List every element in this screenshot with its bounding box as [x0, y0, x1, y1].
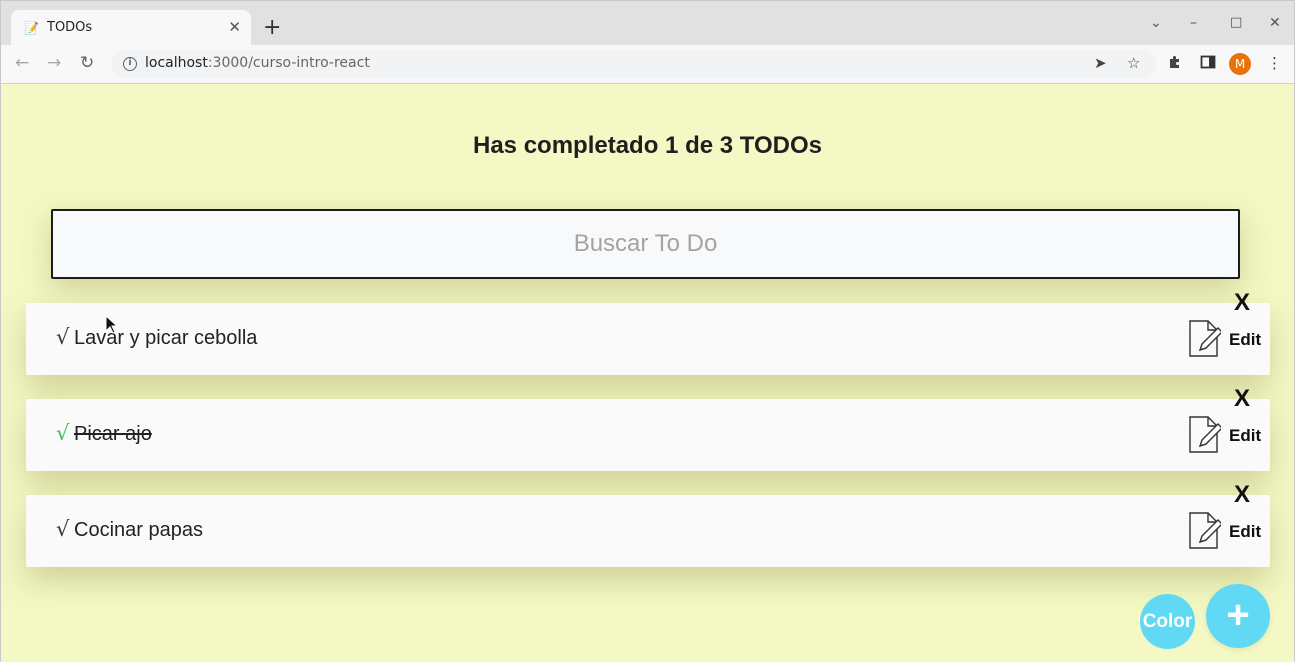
- search-input[interactable]: [51, 209, 1240, 279]
- delete-button[interactable]: X: [1234, 385, 1250, 413]
- send-icon[interactable]: ➤: [1094, 54, 1107, 72]
- complete-check-icon[interactable]: √: [56, 517, 69, 541]
- forward-arrow-icon[interactable]: →: [47, 53, 61, 73]
- mouse-cursor-icon: [105, 315, 119, 334]
- back-arrow-icon[interactable]: ←: [15, 53, 29, 73]
- tab-close-icon[interactable]: ✕: [228, 18, 241, 36]
- url-text: localhost:3000/curso-intro-react: [145, 55, 370, 71]
- new-tab-icon[interactable]: +: [263, 17, 281, 39]
- maximize-icon[interactable]: □: [1230, 15, 1242, 31]
- delete-button[interactable]: X: [1234, 289, 1250, 317]
- puzzle-icon[interactable]: [1167, 54, 1183, 74]
- address-bar[interactable]: i localhost:3000/curso-intro-react ➤ ☆: [111, 49, 1157, 79]
- todo-counter: Has completado 1 de 3 TODOs: [473, 132, 822, 159]
- kebab-menu-icon[interactable]: ⋮: [1267, 54, 1282, 72]
- side-panel-icon[interactable]: [1200, 54, 1216, 74]
- edit-document-icon[interactable]: [1187, 320, 1221, 358]
- complete-check-icon[interactable]: √: [56, 325, 69, 349]
- edit-document-icon[interactable]: [1187, 512, 1221, 550]
- delete-button[interactable]: X: [1234, 481, 1250, 509]
- color-button[interactable]: Color: [1140, 594, 1195, 649]
- todo-text: Cocinar papas: [74, 519, 203, 541]
- tab-search-chevron-icon[interactable]: ⌄: [1150, 15, 1162, 31]
- edit-button[interactable]: Edit: [1229, 426, 1261, 446]
- memo-favicon-icon: 📝: [24, 21, 39, 35]
- profile-avatar[interactable]: M: [1229, 53, 1251, 75]
- todo-text: Lavar y picar cebolla: [74, 327, 258, 349]
- todo-item: √ Cocinar papas Edit X: [26, 481, 1270, 567]
- edit-document-icon[interactable]: [1187, 416, 1221, 454]
- close-window-icon[interactable]: ✕: [1269, 15, 1281, 31]
- reload-icon[interactable]: ↻: [80, 53, 94, 73]
- info-icon[interactable]: i: [123, 57, 137, 71]
- add-todo-button[interactable]: +: [1206, 584, 1270, 648]
- todo-text: Picar ajo: [74, 423, 152, 445]
- tab-title: TODOs: [47, 20, 93, 35]
- complete-check-icon[interactable]: √: [56, 421, 69, 445]
- edit-button[interactable]: Edit: [1229, 330, 1261, 350]
- todo-item: √ Picar ajo Edit X: [26, 385, 1270, 471]
- browser-toolbar: ← → ↻ i localhost:3000/curso-intro-react…: [0, 45, 1295, 84]
- star-icon[interactable]: ☆: [1127, 54, 1140, 72]
- edit-button[interactable]: Edit: [1229, 522, 1261, 542]
- browser-tab-bar: 📝 TODOs ✕ + ⌄ – □ ✕: [0, 0, 1295, 46]
- minimize-icon[interactable]: –: [1190, 15, 1197, 31]
- url-path: :3000/curso-intro-react: [207, 55, 370, 71]
- url-host: localhost: [145, 55, 208, 71]
- app-page: Has completado 1 de 3 TODOs √ Lavar y pi…: [0, 84, 1295, 662]
- todo-item: √ Lavar y picar cebolla Edit X: [26, 289, 1270, 375]
- browser-tab[interactable]: 📝 TODOs ✕: [11, 10, 251, 46]
